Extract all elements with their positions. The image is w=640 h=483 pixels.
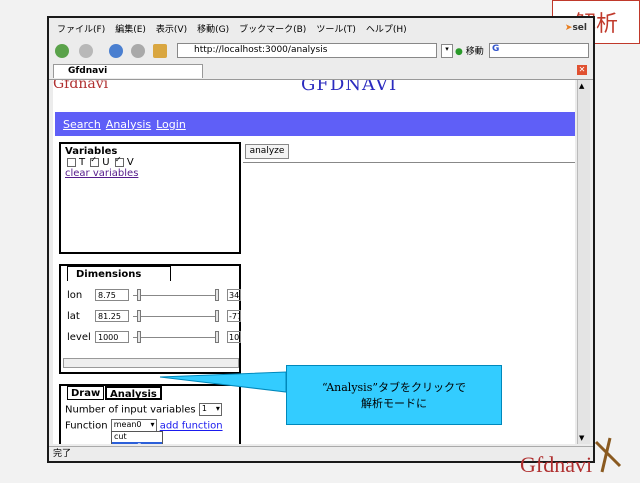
url-dropdown-icon[interactable]: ▾ [441, 44, 453, 58]
nav-analysis-link[interactable]: Analysis [106, 118, 151, 131]
lon-slider-track [133, 295, 219, 296]
function-dropdown: cut mean0 stddev0 [111, 431, 163, 444]
checkbox-T[interactable] [67, 157, 76, 167]
lon-slider-max-thumb[interactable] [215, 289, 219, 301]
gfdnavi-logo: Gfdnavi [53, 80, 109, 90]
level-slider-max-thumb[interactable] [215, 331, 219, 343]
checkbox-U[interactable] [90, 155, 100, 167]
menu-bar: ファイル(F) 編集(E) 表示(V) 移動(G) ブックマーク(B) ツール(… [49, 18, 593, 38]
divider [243, 162, 575, 163]
menu-file[interactable]: ファイル(F) [57, 22, 105, 35]
nav-login-link[interactable]: Login [156, 118, 186, 131]
callout-box: “Analysis”タブをクリックで 解析モードに [286, 365, 502, 425]
scroll-up-icon[interactable]: ▲ [579, 82, 584, 90]
level-slider-min-thumb[interactable] [137, 331, 141, 343]
menu-edit[interactable]: 編集(E) [115, 22, 146, 35]
go-button[interactable]: ● 移動 [455, 44, 484, 57]
variable-U-label: U [102, 157, 110, 168]
home-icon[interactable] [153, 44, 167, 58]
lon-input[interactable]: 8.75 [95, 289, 129, 301]
num-inputs-select[interactable]: 1 [198, 403, 222, 416]
lat-max-input[interactable]: -77 [227, 310, 241, 322]
lon-slider-min-thumb[interactable] [137, 289, 141, 301]
site-title: GFDNAVI [301, 80, 398, 95]
option-cut[interactable]: cut [112, 432, 162, 442]
add-function-link[interactable]: add function [160, 421, 223, 432]
option-mean0[interactable]: mean0 [112, 442, 162, 444]
analyze-button[interactable]: analyze [245, 144, 289, 159]
corner-logo-graphic: Gfdnavi [520, 437, 622, 477]
menu-view[interactable]: 表示(V) [156, 22, 187, 35]
status-text: 完了 [53, 449, 72, 459]
status-bar: 完了 [49, 446, 593, 461]
function-label: Function [65, 420, 108, 432]
callout-line2: 解析モードに [361, 397, 427, 410]
dim-label: lon [67, 290, 83, 301]
close-tab-icon[interactable]: ✕ [577, 65, 587, 75]
svg-text:Gfdnavi: Gfdnavi [520, 452, 592, 477]
variables-panel: Variables T U V clear variables [59, 142, 241, 254]
level-max-input[interactable]: 10 [227, 331, 241, 343]
clear-variables-link[interactable]: clear variables [65, 168, 138, 179]
search-field[interactable]: G [489, 43, 589, 58]
num-inputs-label: Number of input variables [65, 404, 196, 416]
lon-max-input[interactable]: 348 [227, 289, 241, 301]
dim-row-level: level 1000 10 [63, 331, 243, 345]
nav-bar: Search Analysis Login [55, 112, 575, 136]
level-input[interactable]: 1000 [95, 331, 129, 343]
variable-T-label: T [79, 157, 86, 168]
lat-slider-min-thumb[interactable] [137, 310, 141, 322]
forward-icon[interactable] [79, 44, 93, 58]
menu-go[interactable]: 移動(G) [197, 22, 229, 35]
go-icon: ● [455, 47, 463, 57]
level-slider-track [133, 337, 219, 338]
lat-input[interactable]: 81.25 [95, 310, 129, 322]
dim-label: lat [67, 311, 80, 322]
lat-slider-track [133, 316, 219, 317]
reload-icon[interactable] [109, 44, 123, 58]
menu-help[interactable]: ヘルプ(H) [366, 22, 407, 35]
nav-search-link[interactable]: Search [63, 118, 101, 131]
tab-analysis[interactable]: Analysis [105, 386, 162, 400]
menu-bookmarks[interactable]: ブックマーク(B) [239, 22, 306, 35]
variable-V-label: V [126, 157, 134, 168]
dimensions-horizontal-scrollbar[interactable] [63, 358, 239, 368]
corner-logo: Gfdnavi [516, 428, 640, 480]
stop-icon[interactable] [131, 44, 145, 58]
variable-checkboxes: T U V [65, 155, 235, 168]
num-inputs-row: Number of input variables 1 [65, 403, 222, 416]
callout-line1: “Analysis”タブをクリックで [322, 381, 466, 394]
dim-row-lat: lat 81.25 -77 [63, 310, 243, 324]
throbber-label: ➤sel [564, 23, 587, 33]
navigation-toolbar: http://localhost:3000/analysis ▾ ● 移動 G [49, 40, 593, 62]
tab-draw[interactable]: Draw [67, 386, 105, 400]
tab-gfdnavi[interactable]: Gfdnavi [53, 64, 203, 78]
url-field[interactable]: http://localhost:3000/analysis [177, 43, 437, 58]
dim-label: level [67, 332, 91, 343]
back-icon[interactable] [55, 44, 69, 58]
menu-tools[interactable]: ツール(T) [316, 22, 356, 35]
dim-row-lon: lon 8.75 348 [63, 289, 243, 303]
tab-bar: Gfdnavi ✕ [49, 63, 593, 80]
vertical-scrollbar[interactable]: ▲ ▼ [577, 80, 590, 444]
dimensions-tab[interactable]: Dimensions [67, 266, 171, 281]
checkbox-V[interactable] [114, 155, 124, 167]
lat-slider-max-thumb[interactable] [215, 310, 219, 322]
